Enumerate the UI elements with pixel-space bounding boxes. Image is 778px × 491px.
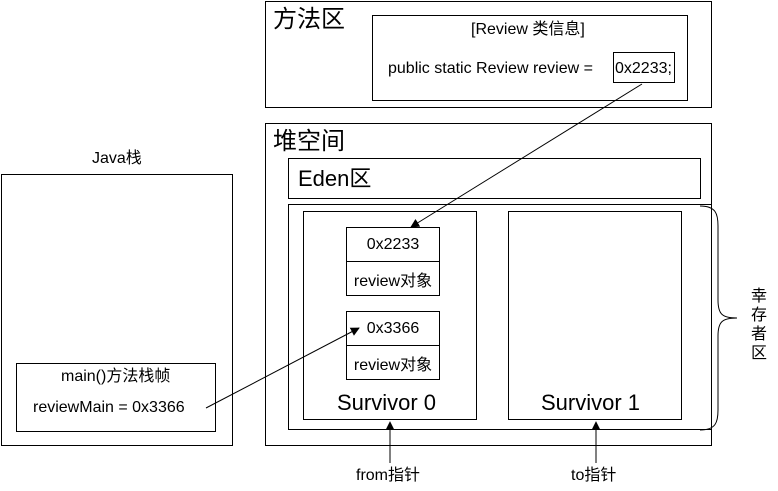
reference-arrow <box>205 327 360 409</box>
reference-arrow <box>410 83 643 228</box>
survivor-brace <box>699 205 738 431</box>
connector-layer <box>205 83 738 463</box>
